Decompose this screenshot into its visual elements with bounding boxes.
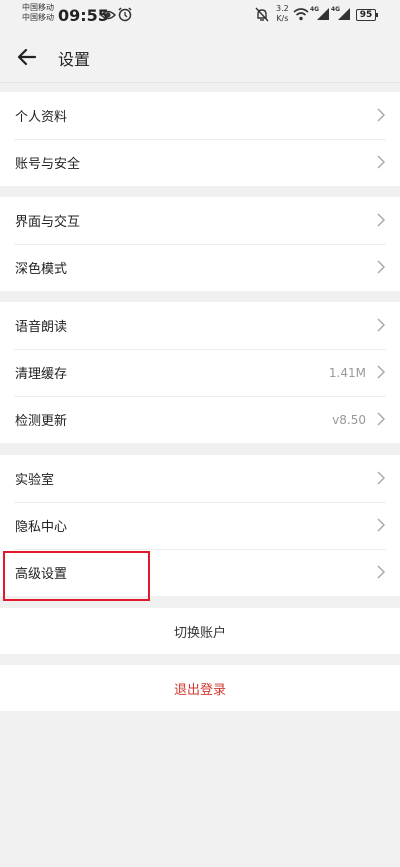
net-speed: 3.2 K/s xyxy=(276,4,289,24)
switch-account-label: 切换账户 xyxy=(173,625,226,641)
settings-group-advanced: 实验室 隐私中心 高级设置 xyxy=(0,455,400,596)
carrier-bottom: 中国移动 xyxy=(22,13,54,22)
net-speed-unit: K/s xyxy=(276,14,289,23)
settings-row-clear-cache[interactable]: 清理缓存 1.41M xyxy=(0,349,400,396)
page-title: 设置 xyxy=(58,50,91,69)
chevron-right-icon xyxy=(377,108,386,122)
mute-bell-icon xyxy=(255,7,269,22)
settings-row-interface[interactable]: 界面与交互 xyxy=(0,197,400,244)
net-speed-value: 3.2 xyxy=(276,4,289,13)
status-bar: 中国移动 中国移动 09:55 3.2 K/s 4G 4G 95 xyxy=(0,0,400,32)
app-header: 设置 xyxy=(0,32,400,83)
back-arrow-icon[interactable] xyxy=(14,44,40,70)
switch-account-button[interactable]: 切换账户 xyxy=(0,608,400,654)
logout-button[interactable]: 退出登录 xyxy=(0,665,400,711)
row-label: 语音朗读 xyxy=(15,320,68,335)
settings-row-account-security[interactable]: 账号与安全 xyxy=(0,139,400,186)
signal-icon xyxy=(338,8,350,20)
settings-group-system: 语音朗读 清理缓存 1.41M 检测更新 v8.50 xyxy=(0,302,400,443)
settings-row-profile[interactable]: 个人资料 xyxy=(0,92,400,139)
row-label: 清理缓存 xyxy=(15,367,68,382)
alarm-icon xyxy=(118,7,132,22)
chevron-right-icon xyxy=(377,565,386,579)
chevron-right-icon xyxy=(377,518,386,532)
wifi-icon xyxy=(293,8,309,21)
version-value: v8.50 xyxy=(332,412,366,427)
row-label: 个人资料 xyxy=(15,110,68,125)
settings-row-voice-reading[interactable]: 语音朗读 xyxy=(0,302,400,349)
chevron-right-icon xyxy=(377,365,386,379)
chevron-right-icon xyxy=(377,471,386,485)
row-label: 实验室 xyxy=(15,473,55,488)
settings-row-privacy-center[interactable]: 隐私中心 xyxy=(0,502,400,549)
settings-row-advanced-settings[interactable]: 高级设置 xyxy=(0,549,400,596)
eye-icon xyxy=(100,10,116,20)
chevron-right-icon xyxy=(377,260,386,274)
logout-label: 退出登录 xyxy=(173,682,226,698)
settings-group-profile: 个人资料 账号与安全 xyxy=(0,92,400,186)
row-label: 账号与安全 xyxy=(15,157,81,172)
row-label: 隐私中心 xyxy=(15,520,68,535)
cache-size-value: 1.41M xyxy=(328,365,366,380)
row-label: 界面与交互 xyxy=(15,215,81,230)
settings-group-display: 界面与交互 深色模式 xyxy=(0,197,400,291)
carrier-info: 中国移动 中国移动 xyxy=(22,3,54,23)
row-label: 深色模式 xyxy=(15,262,68,277)
signal-icon xyxy=(317,8,329,20)
chevron-right-icon xyxy=(377,155,386,169)
settings-row-dark-mode[interactable]: 深色模式 xyxy=(0,244,400,291)
settings-row-check-update[interactable]: 检测更新 v8.50 xyxy=(0,396,400,443)
chevron-right-icon xyxy=(377,318,386,332)
chevron-right-icon xyxy=(377,412,386,426)
row-label: 高级设置 xyxy=(15,567,68,582)
chevron-right-icon xyxy=(377,213,386,227)
settings-row-lab[interactable]: 实验室 xyxy=(0,455,400,502)
battery-indicator: 95 xyxy=(356,9,378,21)
row-label: 检测更新 xyxy=(15,414,68,429)
carrier-top: 中国移动 xyxy=(22,3,54,12)
